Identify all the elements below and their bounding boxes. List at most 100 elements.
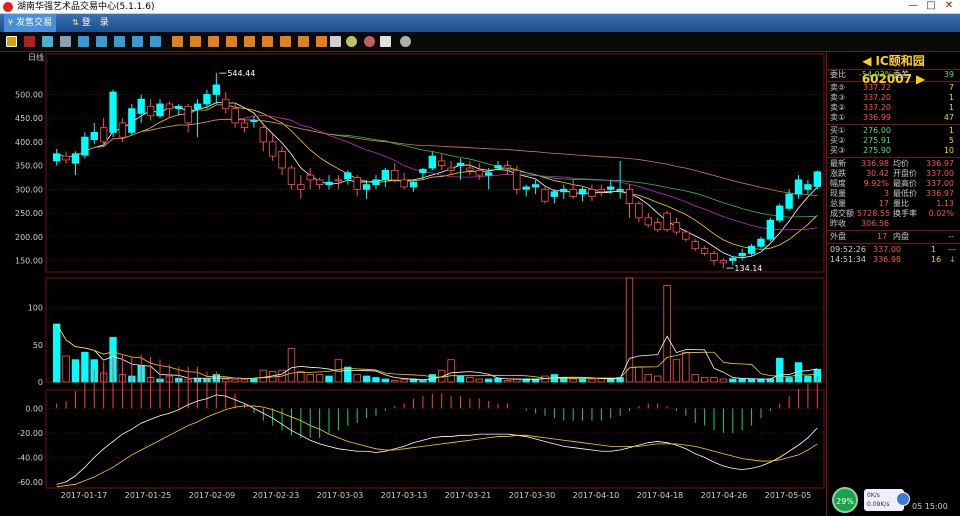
volume-bar [400,379,408,383]
network-icon[interactable] [896,492,910,506]
candle [334,179,343,182]
macd-tick-label: -20.00 [17,429,43,438]
candle [240,122,249,129]
volume-bar [231,379,239,383]
candle [776,205,784,221]
price-tick-label: 450.00 [15,114,43,123]
weicha-label: 委差 [893,70,909,79]
stat-value: 9.92% [863,179,889,188]
candle [597,188,606,193]
stat-label: 昨收 [830,219,846,228]
tick-price: 337.00 [873,245,901,254]
period-7-icon[interactable] [280,36,291,47]
tick-row: 14:51:34 336.98 16 ↓ [827,255,960,265]
candle [268,141,277,157]
period-9-icon[interactable] [316,36,327,47]
yen-icon: ¥ [8,18,14,27]
bid-price: 275.90 [863,146,891,155]
stat-value: 336.98 [861,159,889,168]
volume-bar [644,374,652,383]
inner-label: 内盘 [893,232,909,241]
volume-bar [381,378,390,383]
candle [259,127,267,143]
close-button[interactable]: ✕ [942,0,956,13]
kline-chart-icon[interactable] [6,36,17,47]
volume-bar [71,359,80,383]
date-tick-label: 2017-03-03 [317,491,364,500]
candle [184,105,192,124]
stat-row: 最新 336.98 均价 336.97 [827,159,960,169]
period-6-icon[interactable] [262,36,273,47]
candle [409,181,418,188]
volume-bar [625,277,634,383]
stat-value: 306.56 [861,219,889,228]
panel-icon[interactable] [60,36,71,47]
period-5-icon[interactable] [244,36,255,47]
f4-icon[interactable] [132,36,143,47]
candle [250,120,258,122]
period-1-icon[interactable] [172,36,183,47]
period-8-icon[interactable] [298,36,309,47]
candle [719,260,728,264]
f3-icon[interactable] [114,36,125,47]
minimize-button[interactable]: — [906,0,920,13]
volume-bar [362,375,371,383]
maximize-button[interactable]: □ [924,0,938,13]
menu-trade[interactable]: ¥ 发售交易 [4,14,57,32]
tick-volume: 16 [931,255,942,264]
status-time: 05 15:00 [912,502,948,511]
title-bar: 湖南华强艺术品交易中心(5.1.1.6) — □ ✕ [0,0,960,14]
candle [222,98,230,110]
outer-label: 外盘 [830,232,846,241]
volume-bar [62,355,70,383]
volume-bar [766,378,775,383]
settings-gear-icon[interactable] [400,36,411,47]
tick-time: 14:51:34 [830,255,866,264]
high-marker-label: 544.44 [227,69,255,78]
candle [419,169,427,174]
status-bar: 29% 0K/s 0.09K/s 05 15:00 [826,482,960,516]
f1-icon[interactable] [78,36,89,47]
volume-bar [607,378,615,383]
kline-chart-area[interactable]: 日线500.00450.00400.00350.00300.00250.0020… [0,52,826,516]
ask-list: 卖⑤ 337.22 7 卖③ 337.20 1 卖② 337.20 1 卖① 336.99 47 [827,83,960,123]
quote-prev-arrow[interactable]: ◀ [862,54,871,68]
candle [700,248,709,254]
ask-label: 卖① [830,113,846,122]
period-2-icon[interactable] [190,36,201,47]
candle [625,188,634,204]
volume-ma-line [56,323,818,379]
candle [560,188,568,193]
ask-label: 卖② [830,103,846,112]
chart-period-label: 日线 [28,52,44,62]
trend-line-icon[interactable] [24,36,35,47]
volume-bar [306,374,314,383]
price-tick-label: 250.00 [15,209,43,218]
date-tick-label: 2017-04-10 [573,491,620,500]
volume-bar [719,378,728,383]
period-4-icon[interactable] [226,36,237,47]
candle [635,203,643,219]
candle [315,179,324,186]
tick-volume: 1 [931,245,937,254]
bid-volume: 5 [948,136,954,145]
volume-bar [588,378,596,383]
candle [447,167,455,171]
zoom-out-icon[interactable] [364,36,375,47]
document-icon[interactable] [330,36,341,47]
zoom-in-icon[interactable] [346,36,357,47]
candle [381,169,390,181]
period-3-icon[interactable] [208,36,219,47]
f2-icon[interactable] [96,36,107,47]
f5-icon[interactable] [150,36,161,47]
stat-row: 总量 17 量比 1.13 [827,199,960,209]
volume-bar [776,357,784,383]
menu-login[interactable]: ⇅ 登 录 [68,14,113,32]
draw-tool-icon[interactable] [380,36,391,47]
stat-value-2: 337.00 [926,169,954,178]
bar-chart-icon[interactable] [42,36,53,47]
bid-volume: 1 [948,126,954,135]
menu-bar: ¥ 发售交易 ⇅ 登 录 [0,14,960,32]
volume-tick-label: 0 [38,378,43,387]
bid-label: 买② [830,136,846,145]
